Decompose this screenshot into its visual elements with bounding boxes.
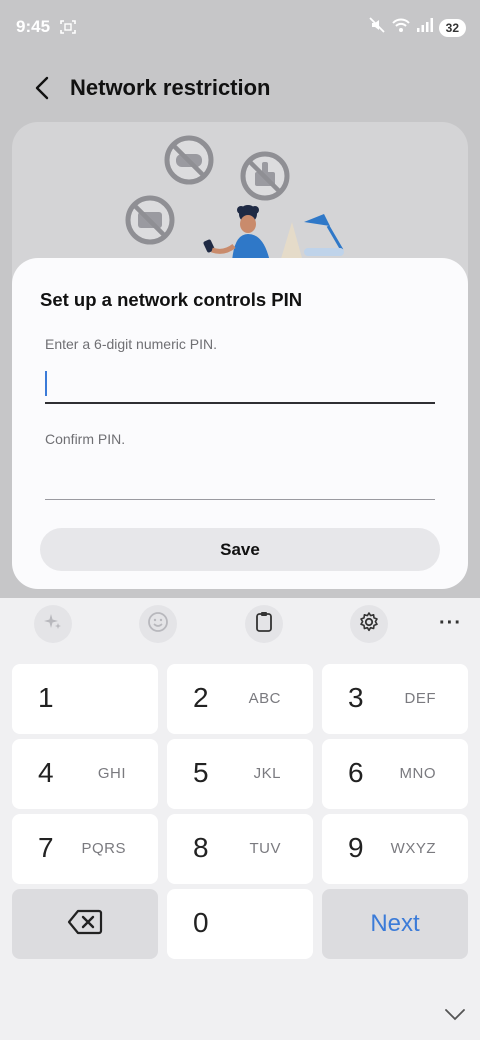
key-digit: 4 — [38, 757, 54, 788]
clipboard-icon — [254, 611, 274, 638]
more-icon[interactable]: ··· — [439, 612, 462, 635]
settings-icon — [358, 611, 380, 638]
key-digit: 1 — [38, 682, 54, 713]
signal-icon — [416, 17, 434, 38]
key-0[interactable]: 0 — [167, 889, 313, 959]
ai-sparkle-icon — [43, 612, 63, 637]
key-digit: 2 — [193, 682, 209, 713]
back-button[interactable] — [24, 72, 60, 108]
key-9[interactable]: 9 WXYZ — [322, 814, 468, 884]
blocked-game-icon — [164, 135, 214, 185]
key-letters: PQRS — [81, 840, 126, 857]
page-title: Network restriction — [70, 75, 271, 100]
clipboard-button[interactable] — [245, 605, 283, 643]
person-figure — [203, 205, 270, 262]
battery-icon: 32 — [438, 18, 466, 37]
key-digit: 7 — [38, 832, 54, 863]
keyboard-toolbar: ··· — [0, 598, 480, 650]
screenshot-icon — [60, 19, 76, 35]
status-bar: 9:45 32 — [0, 0, 480, 56]
status-time: 9:45 — [16, 17, 51, 36]
text-cursor — [45, 371, 47, 396]
confirm-pin-label: Confirm PIN. — [45, 431, 126, 447]
key-5[interactable]: 5 JKL — [167, 739, 313, 809]
key-7[interactable]: 7 PQRS — [12, 814, 158, 884]
app-header: Network restriction — [0, 64, 480, 112]
key-digit: 3 — [348, 682, 364, 713]
save-button[interactable]: Save — [40, 528, 440, 571]
pin-field-label: Enter a 6-digit numeric PIN. — [45, 336, 217, 352]
desk-lamp — [280, 214, 344, 262]
settings-button[interactable] — [350, 605, 388, 643]
dialog-title: Set up a network controls PIN — [40, 289, 303, 310]
blocked-like-icon — [240, 151, 290, 201]
next-label: Next — [370, 910, 420, 937]
key-letters: GHI — [97, 765, 126, 782]
key-6[interactable]: 6 MNO — [322, 739, 468, 809]
key-digit: 0 — [193, 907, 209, 938]
status-icons: 32 — [368, 16, 466, 39]
emoji-icon — [147, 611, 169, 638]
numeric-keyboard: ··· 1 2 ABC 3 DEF 4 GHI 5 JKL 6 MNO 7 PQ… — [0, 598, 480, 1040]
key-1[interactable]: 1 — [12, 664, 158, 734]
key-letters: ABC — [248, 690, 281, 707]
mute-icon — [368, 16, 386, 39]
key-letters: MNO — [399, 765, 436, 782]
backspace-icon — [67, 909, 103, 940]
key-8[interactable]: 8 TUV — [167, 814, 313, 884]
key-letters: DEF — [404, 690, 436, 707]
next-key[interactable]: Next — [322, 889, 468, 959]
key-digit: 8 — [193, 832, 209, 863]
wifi-icon — [391, 17, 411, 38]
key-2[interactable]: 2 ABC — [167, 664, 313, 734]
key-4[interactable]: 4 GHI — [12, 739, 158, 809]
backspace-key[interactable] — [12, 889, 158, 959]
key-letters: TUV — [249, 840, 281, 857]
key-letters: JKL — [253, 765, 281, 782]
key-digit: 9 — [348, 832, 364, 863]
pin-input[interactable] — [45, 364, 435, 404]
confirm-pin-input[interactable] — [45, 460, 435, 500]
chevron-down-icon[interactable] — [444, 1008, 466, 1022]
key-digit: 5 — [193, 757, 209, 788]
pin-setup-dialog: Set up a network controls PIN Enter a 6-… — [12, 258, 468, 589]
key-3[interactable]: 3 DEF — [322, 664, 468, 734]
emoji-button[interactable] — [139, 605, 177, 643]
ai-sparkle-button[interactable] — [34, 605, 72, 643]
key-digit: 6 — [348, 757, 364, 788]
blocked-video-icon — [125, 195, 175, 245]
chevron-left-icon — [35, 76, 49, 105]
key-letters: WXYZ — [390, 840, 436, 857]
